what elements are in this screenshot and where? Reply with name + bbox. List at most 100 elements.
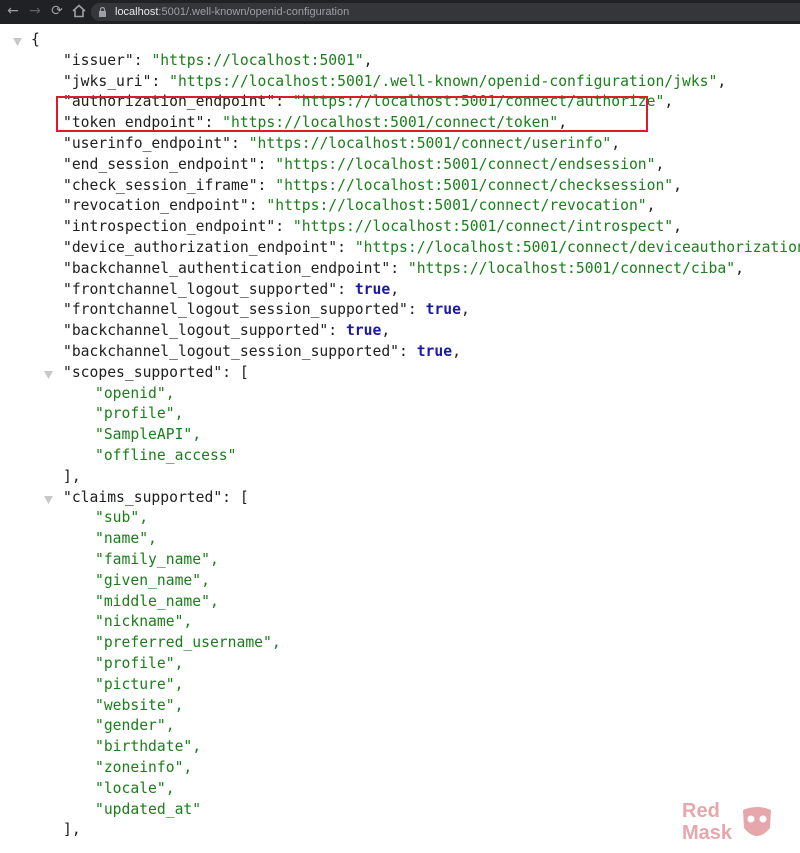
property-value: "https://localhost:5001/connect/userinfo… [248, 135, 612, 152]
separator: : [328, 322, 346, 340]
url-path: :5001/.well-known/openid-configuration [158, 6, 350, 18]
separator: : [257, 176, 276, 194]
property-value: true [354, 280, 391, 298]
json-property-row: "frontchannel_logout_supported": true, [63, 281, 399, 302]
json-property-row: "frontchannel_logout_session_supported":… [63, 301, 470, 322]
separator: : [151, 72, 170, 90]
property-value: true [345, 322, 382, 340]
array-open: : [ [222, 488, 249, 506]
property-value: "https://localhost:5001/.well-known/open… [169, 72, 718, 90]
json-array-item: "middle_name", [95, 593, 219, 614]
json-property-row: "revocation_endpoint": "https://localhos… [63, 197, 655, 218]
array-item-value: "sub", [95, 509, 149, 527]
collapse-triangle-icon[interactable] [44, 495, 53, 504]
property-key: "userinfo_endpoint" [63, 135, 232, 152]
array-item-value: "nickname", [95, 613, 193, 631]
property-value: "https://localhost:5001/connect/deviceau… [354, 239, 800, 256]
separator: : [133, 51, 152, 69]
json-property-row: "jwks_uri": "https://localhost:5001/.wel… [63, 73, 726, 94]
json-array-item: "updated_at" [95, 801, 201, 822]
json-property-row: "end_session_endpoint": "https://localho… [63, 156, 664, 177]
array-close: ], [63, 821, 81, 839]
array-item-value: "offline_access" [95, 447, 237, 464]
array-key: "claims_supported" [63, 488, 223, 506]
json-array-item: "offline_access" [95, 447, 236, 468]
property-key: "introspection_endpoint" [63, 218, 276, 236]
json-property-row: "issuer": "https://localhost:5001", [63, 52, 373, 73]
home-icon[interactable] [71, 3, 87, 19]
json-array-item: "profile", [95, 405, 183, 426]
array-item-value: "birthdate", [95, 738, 202, 756]
watermark-line-2: Mask [682, 822, 733, 844]
array-item-value: "gender", [95, 717, 175, 735]
json-property-row: "backchannel_logout_supported": true, [63, 322, 390, 343]
separator: , [717, 72, 727, 90]
array-item-value: "name", [95, 530, 157, 548]
separator: : [257, 155, 276, 173]
property-key: "end_session_endpoint" [63, 155, 258, 173]
json-array-item: "zoneinfo", [95, 759, 192, 780]
array-item-value: "preferred_username", [95, 634, 281, 652]
lock-icon [99, 7, 106, 17]
red-mask-watermark: Red Mask [680, 800, 800, 853]
json-array-header: "scopes_supported": [ [63, 364, 249, 385]
property-value: "https://localhost:5001/connect/introspe… [292, 218, 674, 236]
forward-arrow-icon[interactable]: → [27, 3, 43, 19]
property-key: "frontchannel_logout_session_supported" [63, 301, 408, 319]
open-brace-text: { [31, 31, 40, 48]
property-value: "https://localhost:5001/connect/ciba" [407, 259, 736, 277]
array-open: : [ [222, 363, 249, 381]
property-key: "issuer" [63, 51, 134, 69]
separator: , [611, 135, 621, 152]
array-item-value: "locale", [95, 779, 175, 797]
array-item-value: "middle_name", [95, 592, 219, 610]
separator: : [337, 239, 355, 256]
json-array-close: ], [63, 821, 81, 842]
json-open-brace: { [31, 31, 40, 52]
separator: : [407, 301, 426, 319]
json-array-item: "birthdate", [95, 738, 201, 759]
json-array-item: "locale", [95, 780, 175, 801]
url-text[interactable]: localhost:5001/.well-known/openid-config… [115, 3, 349, 21]
json-property-row: "introspection_endpoint": "https://local… [63, 218, 682, 239]
separator: , [673, 218, 682, 236]
separator: : [275, 218, 293, 236]
property-value: true [425, 301, 461, 319]
array-item-value: "given_name", [95, 571, 210, 589]
array-key: "scopes_supported" [63, 363, 223, 381]
separator: , [390, 280, 400, 298]
json-array-item: "name", [95, 530, 157, 551]
highlight-box [56, 96, 648, 132]
back-arrow-icon[interactable]: ← [5, 3, 21, 19]
property-key: "check_session_iframe" [63, 176, 258, 194]
property-key: "frontchannel_logout_supported" [63, 280, 338, 298]
json-array-item: "preferred_username", [95, 634, 281, 655]
json-property-row: "device_authorization_endpoint": "https:… [63, 239, 800, 260]
property-value: "https://localhost:5001/connect/endsessi… [275, 155, 656, 173]
reload-icon[interactable]: ⟳ [49, 3, 65, 19]
address-bar[interactable]: localhost:5001/.well-known/openid-config… [91, 3, 800, 21]
collapse-triangle-icon[interactable] [13, 38, 22, 46]
array-item-value: "picture", [95, 675, 184, 693]
array-item-value: "updated_at" [95, 800, 202, 818]
array-item-value: "SampleAPI", [95, 426, 202, 444]
separator: , [381, 322, 391, 340]
json-array-item: "nickname", [95, 613, 192, 634]
array-item-value: "family_name", [95, 551, 219, 568]
array-item-value: "website", [95, 696, 184, 714]
separator: , [363, 51, 373, 69]
collapse-triangle-icon[interactable] [44, 370, 53, 379]
separator: : [390, 259, 408, 277]
array-close: ], [63, 467, 81, 485]
url-host: localhost [115, 6, 159, 18]
separator: , [664, 93, 674, 111]
separator: , [646, 197, 656, 215]
json-array-item: "given_name", [95, 572, 210, 593]
separator: : [248, 197, 267, 215]
json-array-item: "profile", [95, 655, 183, 676]
property-key: "backchannel_logout_supported" [63, 322, 329, 340]
json-property-row: "userinfo_endpoint": "https://localhost:… [63, 135, 620, 156]
property-key: "backchannel_authentication_endpoint" [63, 259, 391, 277]
array-item-value: "openid", [95, 384, 175, 402]
json-array-item: "openid", [95, 385, 175, 406]
